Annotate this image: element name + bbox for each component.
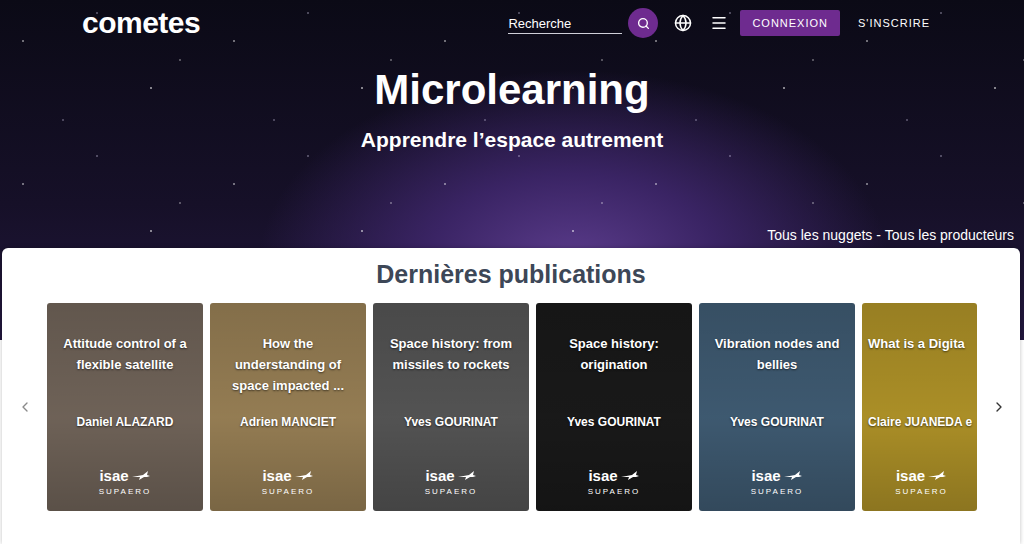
card-title: Attitude control of a flexible satellite (57, 333, 193, 413)
nugget-card[interactable]: Attitude control of a flexible satellite… (47, 303, 203, 511)
brand-logo: isae SUPAERO (425, 468, 478, 497)
hero-link[interactable]: Tous les nuggets (767, 225, 872, 245)
brand-sub: SUPAERO (751, 486, 804, 497)
brand-sub: SUPAERO (262, 486, 315, 497)
brand-logo: isae SUPAERO (588, 468, 641, 497)
card-title: Space history: origination (546, 333, 682, 413)
brand-logo: isae SUPAERO (262, 468, 315, 497)
plane-icon (131, 471, 151, 481)
next-button[interactable] (977, 303, 1020, 511)
search-icon (637, 17, 650, 30)
hamburger-icon (710, 14, 728, 32)
link-separator: - (872, 225, 884, 245)
plane-icon (294, 471, 314, 481)
chevron-right-icon (991, 399, 1007, 415)
brand-name: isae (588, 468, 639, 484)
card-title: How the understanding of space impacted … (220, 333, 356, 413)
signup-button[interactable]: S'INSCRIRE (848, 13, 940, 33)
hero-link[interactable]: Tous les producteurs (885, 225, 1014, 245)
card-author: Daniel ALAZARD (77, 413, 174, 431)
globe-icon (674, 14, 692, 32)
plane-icon (620, 471, 640, 481)
brand-name: isae (751, 468, 802, 484)
brand-name: isae (262, 468, 313, 484)
brand-logo: isae SUPAERO (99, 468, 152, 497)
card-title: Space history: from missiles to rockets (383, 333, 519, 413)
header: cometes CONNEXION S'INSCRIRE (0, 0, 1024, 46)
search-button[interactable] (628, 8, 658, 38)
menu-button[interactable] (710, 14, 728, 32)
section-title: Dernières publications (2, 258, 1020, 290)
nugget-card[interactable]: How the understanding of space impacted … (210, 303, 366, 511)
brand-sub: SUPAERO (425, 486, 478, 497)
nugget-card[interactable]: Space history: from missiles to rocketsY… (373, 303, 529, 511)
nugget-card[interactable]: Space history: originationYves GOURINAT i… (536, 303, 692, 511)
card-author: Claire JUANEDA e (868, 413, 972, 431)
brand-name: isae (896, 468, 947, 484)
language-button[interactable] (674, 14, 692, 32)
page: cometes CONNEXION S'INSCRIRE Microlearning A… (0, 0, 1024, 544)
card-author: Yves GOURINAT (567, 413, 661, 431)
nugget-card[interactable]: Vibration nodes and belliesYves GOURINAT… (699, 303, 855, 511)
prev-button[interactable] (2, 303, 47, 511)
brand-logo: isae SUPAERO (751, 468, 804, 497)
logo[interactable]: cometes (82, 6, 200, 40)
brand-logo: isae SUPAERO (895, 468, 948, 497)
chevron-left-icon (17, 399, 33, 415)
card-title: Vibration nodes and bellies (709, 333, 845, 413)
brand-sub: SUPAERO (895, 486, 948, 497)
carousel: Attitude control of a flexible satellite… (2, 303, 1020, 511)
hero-links: Tous les nuggets - Tous les producteurs (0, 225, 1024, 245)
brand-sub: SUPAERO (99, 486, 152, 497)
carousel-track: Attitude control of a flexible satellite… (47, 303, 977, 511)
card-author: Yves GOURINAT (730, 413, 824, 431)
hero-title: Microlearning (0, 64, 1024, 116)
plane-icon (927, 471, 947, 481)
publications-panel: Dernières publications Attitude control o… (2, 248, 1020, 544)
brand-sub: SUPAERO (588, 486, 641, 497)
plane-icon (457, 471, 477, 481)
card-title: What is a Digita (868, 333, 965, 413)
login-button[interactable]: CONNEXION (740, 10, 840, 36)
plane-icon (783, 471, 803, 481)
brand-name: isae (99, 468, 150, 484)
hero-subtitle: Apprendre l’espace autrement (0, 126, 1024, 154)
card-author: Yves GOURINAT (404, 413, 498, 431)
header-actions: CONNEXION S'INSCRIRE (508, 8, 940, 38)
nugget-card[interactable]: What is a DigitaClaire JUANEDA e isae SUPA… (862, 303, 977, 511)
search-field[interactable] (508, 13, 622, 34)
card-author: Adrien MANCIET (240, 413, 336, 431)
brand-name: isae (425, 468, 476, 484)
